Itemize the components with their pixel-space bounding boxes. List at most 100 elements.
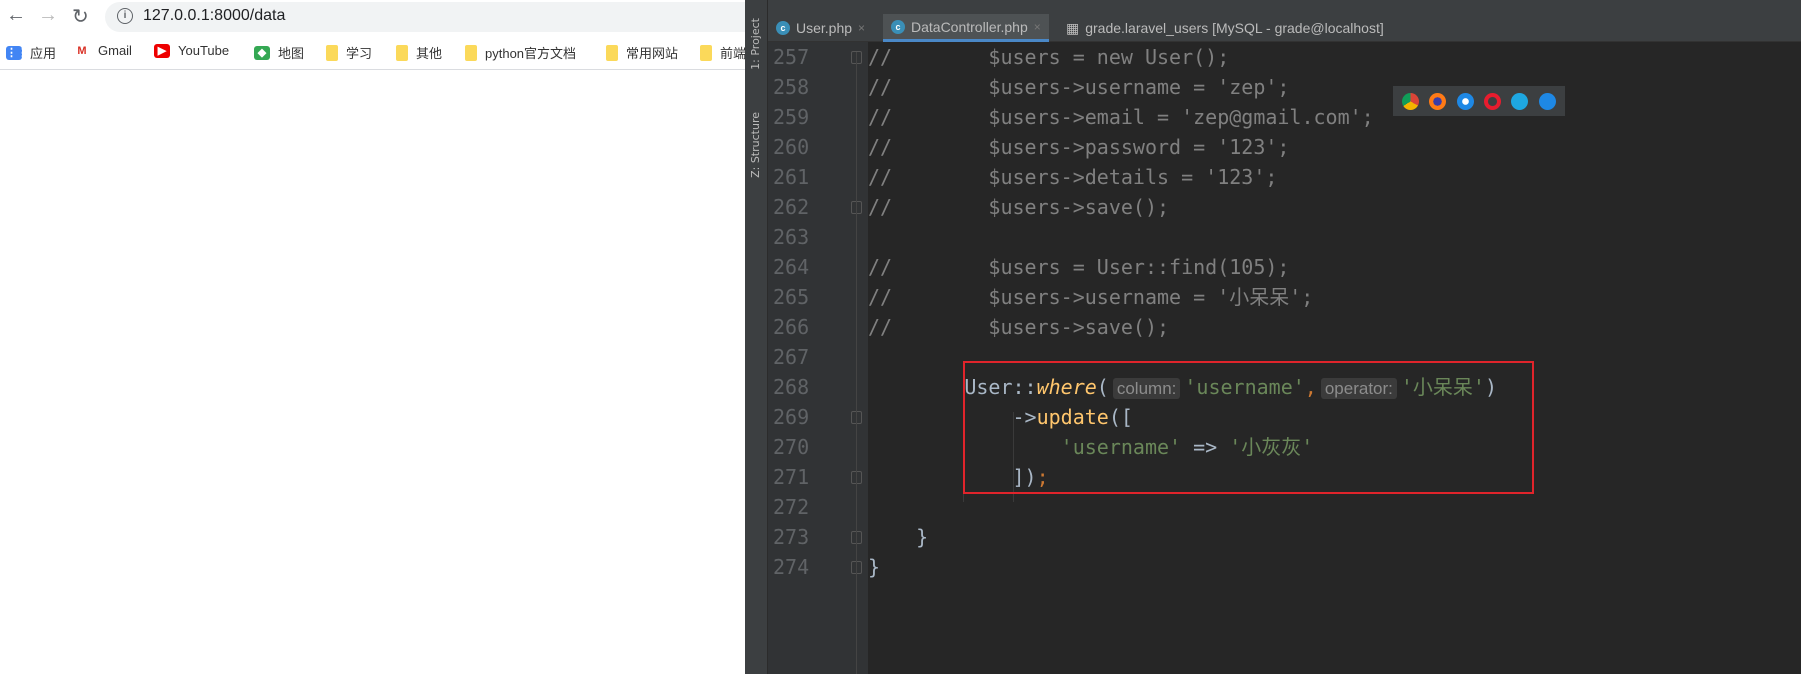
- line-number: 259: [773, 105, 810, 129]
- tab-label: DataController.php: [911, 18, 1028, 35]
- code-token: }: [868, 525, 929, 549]
- bookmark-item[interactable]: ⋮⋮ 应用: [6, 43, 56, 62]
- code-token: // $users = User::find(105);: [868, 255, 1290, 279]
- code-line: // $users->save();: [868, 192, 1169, 222]
- line-number: 270: [773, 435, 810, 459]
- open-in-browser-bar: [1393, 86, 1565, 116]
- bookmark-item[interactable]: 常用网站: [606, 43, 678, 62]
- maps-icon: ◆: [254, 45, 270, 60]
- code-line: // $users->save();: [868, 312, 1169, 342]
- tab-datacontroller[interactable]: c DataController.php ×: [883, 14, 1049, 42]
- line-number: 273: [773, 525, 810, 549]
- line-number: 257: [773, 45, 810, 69]
- ide-window: 1: Project Z: Structure c User.php × c DataC…: [745, 0, 1801, 674]
- folder-icon: [465, 44, 477, 61]
- code-line: }: [868, 552, 880, 582]
- php-class-icon: c: [776, 21, 790, 35]
- project-tool-tab[interactable]: 1: Project: [749, 18, 762, 70]
- back-icon[interactable]: ←: [6, 4, 26, 27]
- fold-guide: [856, 52, 857, 674]
- edge-icon[interactable]: [1538, 92, 1556, 110]
- reload-icon[interactable]: ↻: [72, 4, 89, 29]
- gmail-icon: M: [74, 43, 90, 58]
- code-token: // $users->details = '123';: [868, 165, 1278, 189]
- line-number: 266: [773, 315, 810, 339]
- bookmark-label: 学习: [346, 46, 373, 61]
- code-line: // $users->email = 'zep@gmail.com';: [868, 102, 1374, 132]
- line-number: 272: [773, 495, 810, 519]
- code-token: //: [868, 45, 989, 69]
- line-number: 274: [773, 555, 810, 579]
- code-line: // $users = User::find(105);: [868, 252, 1289, 282]
- code-line: // $users->password = '123';: [868, 132, 1289, 162]
- close-tab-icon[interactable]: ×: [858, 21, 865, 35]
- chrome-icon[interactable]: [1402, 92, 1420, 110]
- tab-grade[interactable]: ▦ grade.laravel_users [MySQL - grade@loca…: [1058, 14, 1392, 42]
- forward-icon[interactable]: →: [38, 4, 58, 27]
- browser-window: ← → ↻ i 127.0.0.1:8000/data ⋮⋮ 应用 M Gmail ▶ Y…: [0, 0, 765, 674]
- bookmarks-bar: ⋮⋮ 应用 M Gmail ▶ YouTube ◆ 地图 学习 其他 python官方文档 常用网站 前…: [0, 36, 745, 70]
- code-token: $users = new User();: [988, 45, 1230, 69]
- line-number: 258: [773, 75, 810, 99]
- bookmark-label: 常用网站: [626, 46, 679, 61]
- folder-icon: [700, 44, 712, 61]
- bookmark-item[interactable]: 前端: [700, 43, 745, 62]
- code-line: // $users->username = 'zep';: [868, 72, 1289, 102]
- close-tab-icon[interactable]: ×: [1034, 20, 1041, 34]
- address-bar[interactable]: i 127.0.0.1:8000/data: [105, 2, 765, 32]
- url-text[interactable]: 127.0.0.1:8000/data: [143, 7, 285, 25]
- breadcrumb: [768, 0, 1801, 14]
- folder-icon: [326, 44, 338, 61]
- bookmark-label: YouTube: [178, 43, 230, 58]
- bookmark-label: Gmail: [98, 43, 132, 58]
- ie-icon[interactable]: [1511, 92, 1529, 110]
- line-number: 268: [773, 375, 810, 399]
- youtube-icon: ▶: [154, 43, 170, 58]
- table-icon: ▦: [1066, 19, 1080, 36]
- code-line: }: [868, 522, 928, 552]
- browser-toolbar: ← → ↻ i 127.0.0.1:8000/data: [0, 0, 765, 34]
- firefox-icon[interactable]: [1429, 92, 1447, 110]
- safari-icon[interactable]: [1456, 92, 1474, 110]
- code-line: // $users->details = '123';: [868, 162, 1277, 192]
- tool-window-strip: 1: Project Z: Structure: [745, 0, 768, 674]
- bookmark-item[interactable]: 学习: [326, 43, 372, 62]
- line-number: 271: [773, 465, 810, 489]
- tab-label: User.php: [796, 20, 853, 36]
- structure-tool-tab[interactable]: Z: Structure: [749, 112, 762, 178]
- bookmark-label: 前端: [720, 46, 745, 61]
- line-number: 260: [773, 135, 810, 159]
- line-number: 269: [773, 405, 810, 429]
- code-line: // $users->username = '小呆呆';: [868, 282, 1313, 312]
- code-token: // $users->save();: [868, 195, 1170, 219]
- code-line: // $users = new User();: [868, 42, 1229, 72]
- bookmark-item[interactable]: ◆ 地图: [254, 43, 304, 62]
- tab-user[interactable]: c User.php ×: [768, 14, 873, 42]
- bookmark-item[interactable]: ▶ YouTube: [154, 43, 229, 58]
- bookmark-item[interactable]: 其他: [396, 43, 442, 62]
- folder-icon: [606, 44, 618, 61]
- code-token: // $users->save();: [868, 315, 1170, 339]
- bookmark-label: 地图: [278, 46, 305, 61]
- bookmark-label: 其他: [416, 46, 443, 61]
- bookmark-label: 应用: [30, 46, 57, 61]
- code-token: }: [868, 555, 881, 579]
- code-token: // $users->email = 'zep@gmail.com';: [868, 105, 1374, 129]
- code-token: // $users->username = 'zep';: [868, 75, 1290, 99]
- line-number: 263: [773, 225, 810, 249]
- highlight-box: [963, 361, 1534, 494]
- line-number: 262: [773, 195, 810, 219]
- editor-tabs: c User.php × c DataController.php × ▦ grade.lar…: [768, 14, 1801, 42]
- php-class-icon: c: [891, 19, 905, 34]
- info-icon[interactable]: i: [117, 8, 133, 24]
- line-number: 264: [773, 255, 810, 279]
- tab-label: grade.laravel_users [MySQL - grade@local…: [1085, 20, 1384, 36]
- apps-grid-icon: ⋮⋮: [6, 45, 28, 60]
- bookmark-item[interactable]: M Gmail: [74, 43, 132, 58]
- opera-icon[interactable]: [1484, 92, 1502, 110]
- line-number: 265: [773, 285, 810, 309]
- bookmark-label: python官方文档: [485, 46, 577, 61]
- code-token: // $users->password = '123';: [868, 135, 1290, 159]
- bookmark-item[interactable]: python官方文档: [465, 43, 576, 62]
- line-number: 267: [773, 345, 810, 369]
